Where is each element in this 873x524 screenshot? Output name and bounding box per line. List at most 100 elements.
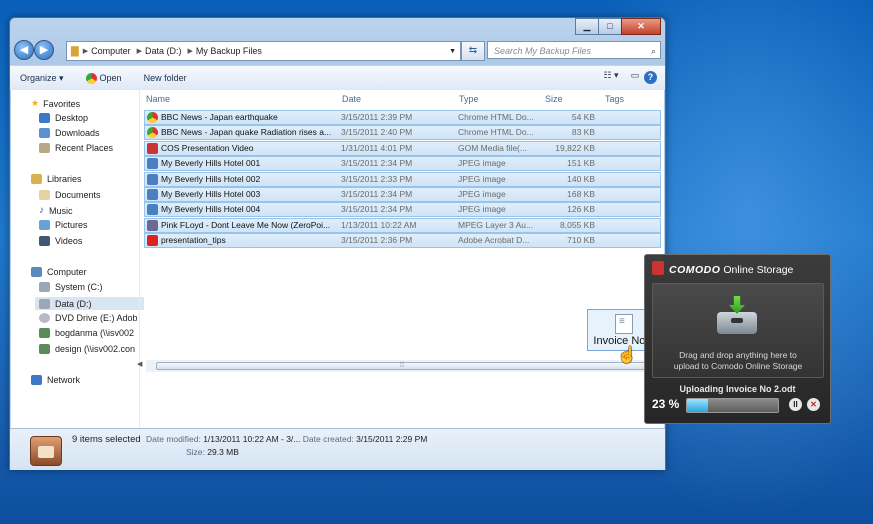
nav-data-d[interactable]: Data (D:) bbox=[35, 297, 144, 310]
new-folder-button[interactable]: New folder bbox=[144, 73, 187, 83]
scrollbar-thumb[interactable]: ⦙⦙⦙ bbox=[156, 362, 648, 370]
nav-computer[interactable]: Computer bbox=[31, 267, 87, 277]
comodo-title: COMODO Online Storage bbox=[669, 264, 793, 276]
image-icon bbox=[147, 204, 158, 216]
search-icon[interactable]: ⌕ bbox=[651, 42, 656, 60]
nav-libraries[interactable]: Libraries bbox=[31, 174, 82, 184]
cancel-upload-button[interactable]: ✕ bbox=[807, 398, 820, 411]
table-row[interactable]: My Beverly Hills Hotel 003 3/15/2011 2:34… bbox=[144, 187, 661, 202]
file-name: BBC News - Japan earthquake bbox=[161, 112, 278, 122]
nav-design[interactable]: design (\\isv002.con bbox=[39, 344, 139, 354]
file-size: 8,055 KB bbox=[560, 219, 595, 230]
comodo-brand: COMODO bbox=[669, 264, 721, 276]
file-size: 140 KB bbox=[567, 173, 595, 184]
address-bar[interactable]: ▇ ▶ Computer ▶ Data (D:) ▶ My Backup Fil… bbox=[66, 41, 461, 61]
chevron-right-icon[interactable]: ▶ bbox=[188, 47, 193, 55]
close-button[interactable]: ✕ bbox=[621, 18, 661, 35]
nav-documents[interactable]: Documents bbox=[39, 190, 101, 200]
network-drive-icon bbox=[39, 328, 50, 338]
explorer-window: ▁ □ ✕ ◀ ▶ ▇ ▶ Computer ▶ Data (D:) ▶ My … bbox=[9, 17, 666, 470]
search-input[interactable]: Search My Backup Files ⌕ bbox=[487, 41, 661, 59]
hand-cursor-icon: ☝ bbox=[617, 347, 637, 364]
pdf-icon bbox=[147, 235, 158, 247]
file-type: JPEG image bbox=[458, 204, 506, 215]
nav-network[interactable]: Network bbox=[31, 375, 80, 385]
file-type: GOM Media file(... bbox=[458, 142, 527, 153]
nav-label: bogdanma (\\isv002 bbox=[55, 328, 135, 338]
pane-splitter[interactable] bbox=[139, 90, 140, 428]
nav-desktop[interactable]: Desktop bbox=[39, 113, 88, 123]
forward-arrow-icon[interactable]: ▶ bbox=[34, 40, 54, 60]
organize-button[interactable]: Organize ▾ bbox=[20, 73, 64, 84]
nav-pictures[interactable]: Pictures bbox=[39, 220, 88, 230]
nav-label: Recent Places bbox=[55, 143, 114, 153]
date-created-label: Date created: bbox=[302, 434, 354, 444]
minimize-button[interactable]: ▁ bbox=[575, 18, 599, 35]
column-header-tags[interactable]: Tags bbox=[605, 90, 624, 110]
document-icon bbox=[615, 314, 633, 334]
chevron-right-icon[interactable]: ▶ bbox=[137, 47, 142, 55]
horizontal-scrollbar[interactable]: ◀ ⦙⦙⦙ bbox=[137, 360, 663, 372]
pause-button[interactable]: II bbox=[789, 398, 802, 411]
table-row[interactable]: My Beverly Hills Hotel 004 3/15/2011 2:34… bbox=[144, 202, 661, 218]
open-button[interactable]: Open bbox=[85, 72, 122, 84]
upload-tray-icon bbox=[717, 296, 757, 334]
star-icon: ★ bbox=[31, 98, 40, 108]
nav-recent-places[interactable]: Recent Places bbox=[39, 143, 113, 153]
date-modified-label: Date modified: bbox=[146, 434, 201, 444]
column-header-size[interactable]: Size bbox=[545, 90, 563, 110]
file-name: My Beverly Hills Hotel 001 bbox=[161, 158, 261, 169]
file-date: 3/15/2011 2:34 PM bbox=[341, 204, 413, 215]
breadcrumb-my-backup-files[interactable]: My Backup Files bbox=[196, 46, 262, 56]
file-size: 151 KB bbox=[567, 158, 595, 169]
nav-downloads[interactable]: Downloads bbox=[39, 128, 100, 138]
file-type: JPEG image bbox=[458, 158, 506, 169]
nav-videos[interactable]: Videos bbox=[39, 236, 82, 246]
nav-system-c[interactable]: System (C:) bbox=[39, 282, 103, 292]
chrome-icon bbox=[147, 127, 158, 139]
column-header-date[interactable]: Date bbox=[342, 90, 361, 110]
file-date: 3/15/2011 2:33 PM bbox=[341, 173, 413, 184]
preview-pane-icon[interactable]: ▭ bbox=[626, 70, 644, 84]
dvd-icon bbox=[39, 313, 50, 323]
recent-places-icon bbox=[39, 143, 50, 153]
file-date: 1/31/2011 4:01 PM bbox=[341, 142, 413, 153]
table-row[interactable]: presentation_tips 3/15/2011 2:36 PM Adobe … bbox=[144, 233, 661, 249]
size-info: Size: 29.3 MB bbox=[186, 447, 239, 457]
column-header-type[interactable]: Type bbox=[459, 90, 479, 110]
breadcrumb-computer[interactable]: Computer bbox=[91, 46, 131, 56]
nav-favorites[interactable]: ★ Favorites bbox=[31, 98, 80, 109]
file-type: Chrome HTML Do... bbox=[458, 127, 534, 138]
file-type: JPEG image bbox=[458, 173, 506, 184]
help-icon[interactable]: ? bbox=[644, 70, 657, 84]
dropdown-arrow-icon[interactable]: ▼ bbox=[449, 48, 456, 55]
refresh-button[interactable]: ⇆ bbox=[461, 41, 485, 61]
drop-zone-text: Drag and drop anything here to upload to… bbox=[653, 350, 823, 372]
view-options-icon[interactable]: ☷ ▾ bbox=[602, 70, 620, 84]
table-row[interactable]: COS Presentation Video 1/31/2011 4:01 PM G… bbox=[144, 140, 661, 156]
nav-label: Favorites bbox=[43, 98, 81, 109]
drop-zone[interactable]: Drag and drop anything here to upload to… bbox=[652, 283, 824, 378]
table-row[interactable]: My Beverly Hills Hotel 001 3/15/2011 2:34… bbox=[144, 156, 661, 172]
window-controls: ▁ □ ✕ bbox=[575, 18, 661, 35]
nav-bogdanma[interactable]: bogdanma (\\isv002 bbox=[39, 328, 139, 338]
maximize-button[interactable]: □ bbox=[598, 18, 622, 35]
file-name: My Beverly Hills Hotel 004 bbox=[161, 204, 261, 215]
comodo-logo-icon bbox=[652, 261, 664, 275]
nav-music[interactable]: ♪ Music bbox=[39, 205, 73, 216]
table-row[interactable]: Pink FLoyd - Dont Leave Me Now (ZeroPoi.… bbox=[144, 217, 661, 233]
table-row[interactable]: BBC News - Japan earthquake 3/15/2011 2:3… bbox=[144, 110, 661, 125]
nav-dvd-drive[interactable]: DVD Drive (E:) Adob bbox=[39, 313, 139, 323]
scroll-left-icon[interactable]: ◀ bbox=[137, 360, 142, 368]
column-header-name[interactable]: Name bbox=[146, 90, 170, 110]
table-row[interactable]: My Beverly Hills Hotel 002 3/15/2011 2:33… bbox=[144, 171, 661, 187]
file-type: MPEG Layer 3 Au... bbox=[458, 219, 534, 230]
file-date: 3/15/2011 2:40 PM bbox=[341, 127, 413, 138]
music-icon: ♪ bbox=[39, 205, 44, 216]
table-row[interactable]: BBC News - Japan quake Radiation rises a… bbox=[144, 125, 661, 141]
nav-label: design (\\isv002.con bbox=[55, 344, 136, 354]
size-label: Size: bbox=[186, 447, 205, 457]
back-arrow-icon[interactable]: ◀ bbox=[14, 40, 34, 60]
chevron-right-icon[interactable]: ▶ bbox=[83, 47, 88, 55]
breadcrumb-data-d[interactable]: Data (D:) bbox=[145, 46, 182, 56]
